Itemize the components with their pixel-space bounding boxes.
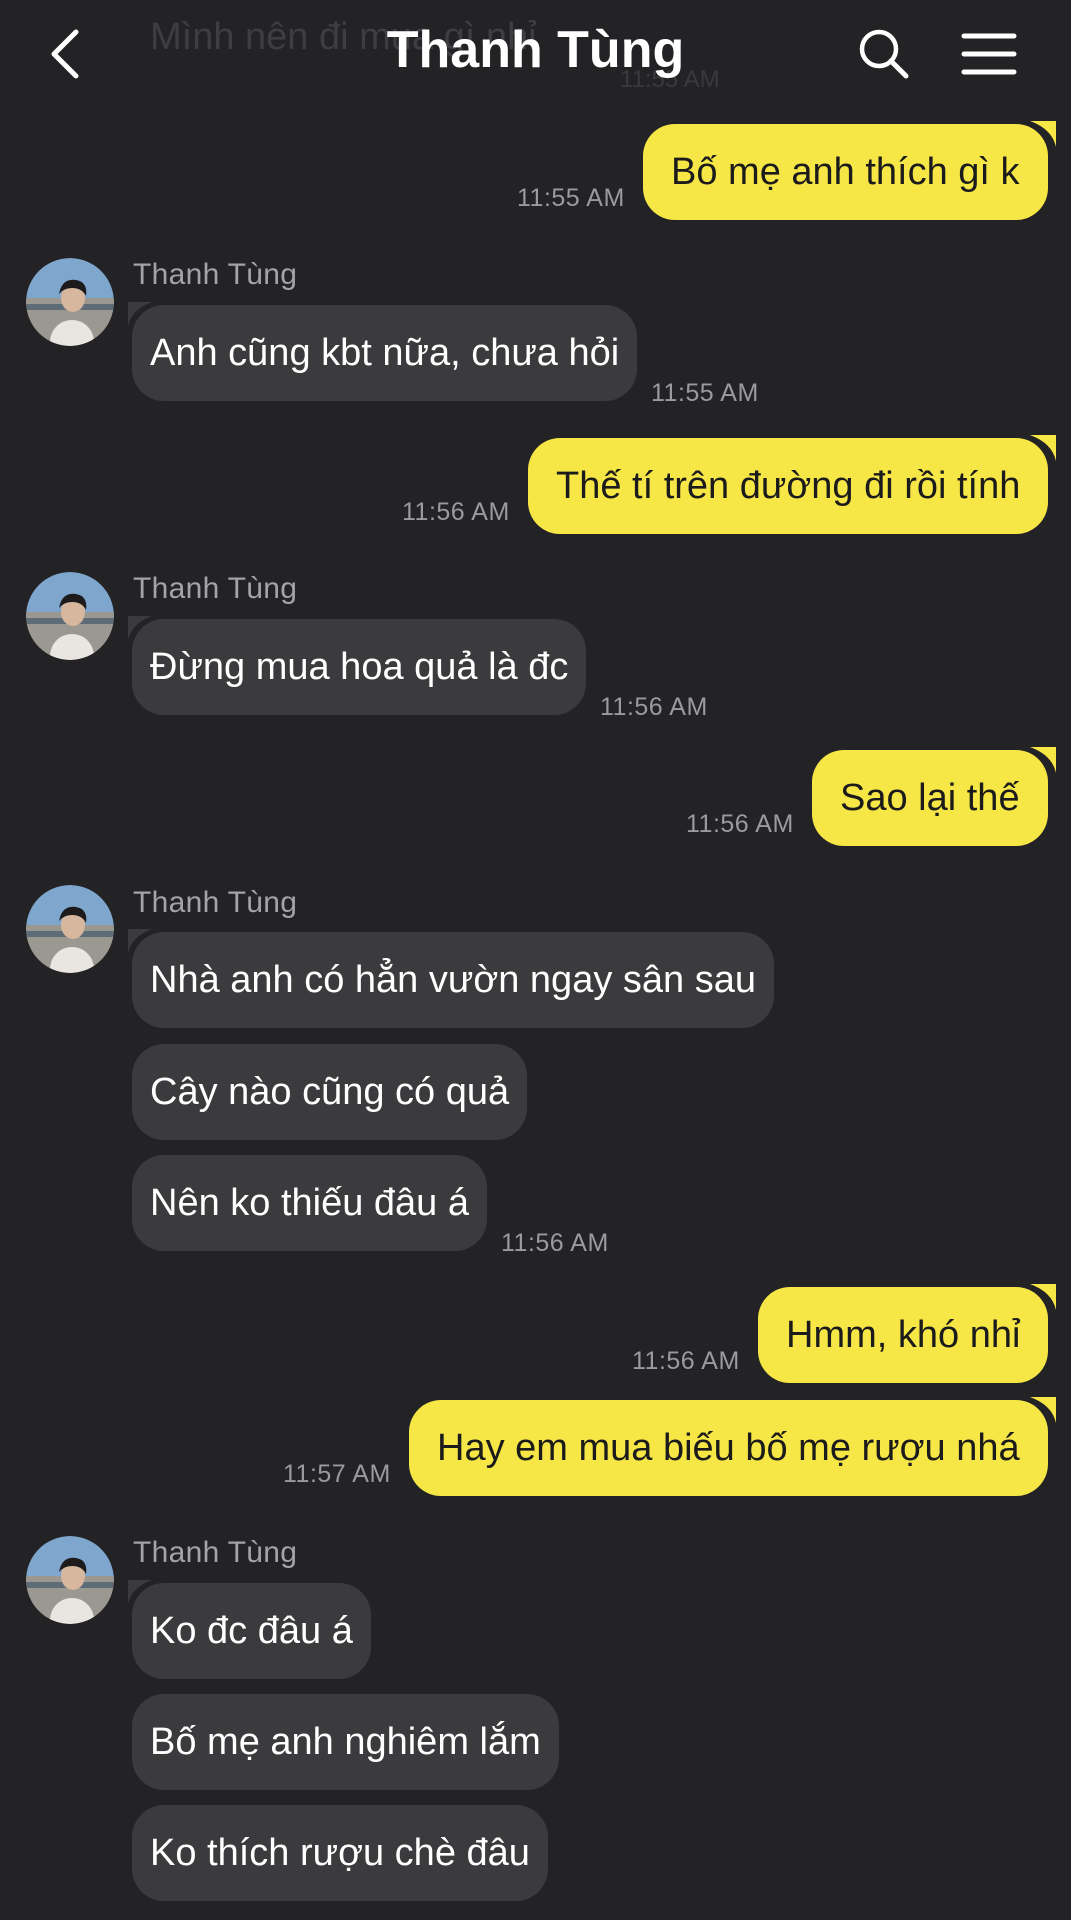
- sender-name: Thanh Tùng: [133, 1536, 298, 1569]
- outgoing-message-bubble[interactable]: Sao lại thế: [812, 750, 1048, 846]
- incoming-message-bubble[interactable]: Nhà anh có hẳn vườn ngay sân sau: [132, 932, 774, 1028]
- message-timestamp: 11:57 AM: [283, 1460, 391, 1488]
- message-timestamp: 11:56 AM: [686, 810, 794, 838]
- hamburger-menu-icon: [961, 33, 1017, 75]
- bubble-tail: [1030, 1284, 1056, 1310]
- bubble-tail: [1030, 435, 1056, 461]
- message-timestamp: 11:56 AM: [600, 693, 708, 721]
- incoming-message-bubble[interactable]: Cây nào cũng có quả: [132, 1044, 528, 1140]
- chat-screen: Mình nên đi mua gì nhỉ 11:55 AM Thanh Tù…: [0, 0, 1071, 1920]
- incoming-message-bubble[interactable]: Anh cũng kbt nữa, chưa hỏi: [132, 305, 638, 401]
- outgoing-message-bubble[interactable]: Thế tí trên đường đi rồi tính: [528, 438, 1049, 534]
- chat-header: Mình nên đi mua gì nhỉ 11:55 AM Thanh Tù…: [0, 0, 1071, 110]
- incoming-message-bubble[interactable]: Nên ko thiếu đâu á: [132, 1155, 488, 1251]
- outgoing-message-bubble[interactable]: Hmm, khó nhỉ: [758, 1287, 1049, 1383]
- sender-name: Thanh Tùng: [133, 258, 298, 291]
- bubble-tail: [128, 302, 152, 326]
- search-icon: [859, 29, 909, 79]
- message-timestamp: 11:56 AM: [501, 1229, 609, 1257]
- avatar[interactable]: [26, 572, 114, 660]
- outgoing-message-bubble[interactable]: Bố mẹ anh thích gì k: [643, 124, 1048, 220]
- sender-name: Thanh Tùng: [133, 572, 298, 605]
- message-timestamp: 11:55 AM: [517, 184, 625, 212]
- incoming-message-bubble[interactable]: Bố mẹ anh nghiêm lắm: [132, 1694, 559, 1790]
- incoming-message-bubble[interactable]: Đừng mua hoa quả là đc: [132, 619, 587, 715]
- sender-name: Thanh Tùng: [133, 886, 298, 919]
- incoming-message-bubble[interactable]: Ko thích rượu chè đâu: [132, 1805, 548, 1901]
- incoming-message-bubble[interactable]: Ko đc đâu á: [132, 1583, 371, 1679]
- bubble-tail: [128, 616, 152, 640]
- outgoing-message-bubble[interactable]: Hay em mua biếu bố mẹ rượu nhá: [409, 1400, 1048, 1496]
- menu-button[interactable]: [956, 22, 1020, 86]
- search-button[interactable]: [852, 22, 916, 86]
- bubble-tail: [1030, 121, 1056, 147]
- bubble-tail: [128, 929, 152, 953]
- avatar[interactable]: [26, 1536, 114, 1624]
- avatar[interactable]: [26, 258, 114, 346]
- bubble-tail: [128, 1580, 152, 1604]
- avatar[interactable]: [26, 885, 114, 973]
- message-timestamp: 11:55 AM: [651, 379, 759, 407]
- message-timestamp: 11:56 AM: [632, 1347, 740, 1375]
- message-timestamp: 11:56 AM: [402, 498, 510, 526]
- bubble-tail: [1030, 1397, 1056, 1423]
- bubble-tail: [1030, 747, 1056, 773]
